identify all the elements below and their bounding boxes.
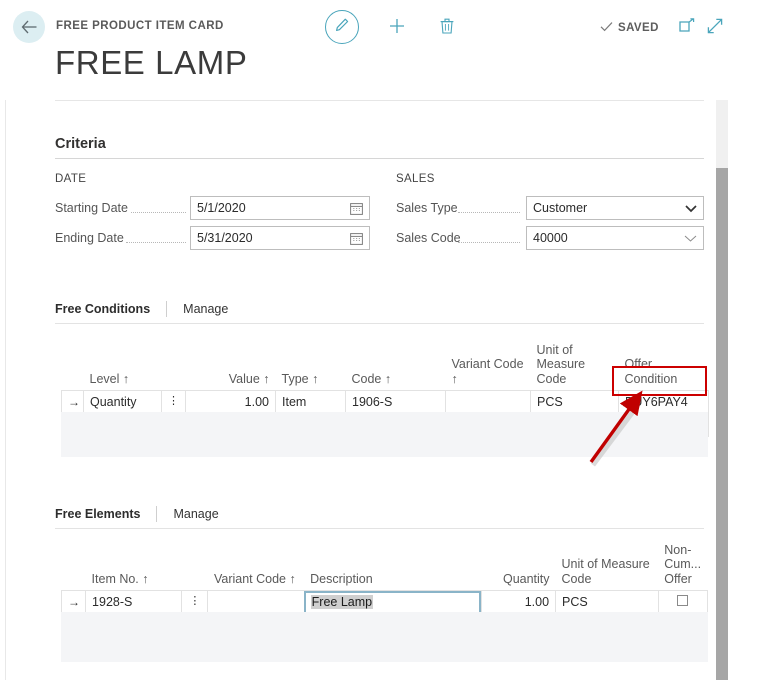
new-button[interactable] [385, 16, 409, 40]
table-row[interactable]: → Quantity ⋮ 1.00 Item 1906-S PCS BUY6PA… [61, 390, 709, 415]
fe-col-non-cum-offer[interactable]: Non-Cum... Offer [658, 541, 707, 591]
fc-cell-code[interactable]: 1906-S [345, 390, 446, 415]
plus-icon [388, 17, 406, 40]
expand-page-button[interactable] [707, 18, 723, 39]
fc-cell-variant-code[interactable] [445, 390, 531, 415]
edit-button[interactable] [325, 10, 359, 44]
fc-col-value[interactable]: Value ↑ [186, 341, 276, 391]
fe-cell-variant-code[interactable] [207, 590, 305, 615]
calendar-icon[interactable] [350, 202, 363, 215]
page-content: Criteria DATE SALES Starting Date 5/1/20… [6, 100, 716, 680]
fc-cell-type[interactable]: Item [275, 390, 346, 415]
sales-code-lookup[interactable]: 40000 [526, 226, 704, 250]
sales-code-leader-dots [458, 231, 520, 243]
sales-type-leader-dots [458, 201, 520, 213]
fe-cell-quantity[interactable]: 1.00 [480, 590, 557, 615]
sales-code-value: 40000 [533, 231, 568, 245]
expand-diagonal-icon [707, 18, 723, 38]
free-conditions-table-footer [61, 412, 708, 457]
starting-date-value: 5/1/2020 [197, 201, 246, 215]
saved-label: SAVED [618, 22, 659, 34]
vertical-scrollbar-thumb[interactable] [716, 168, 728, 680]
trash-icon [439, 17, 455, 40]
fc-col-variant-code[interactable]: Variant Code ↑ [446, 341, 531, 391]
business-central-page: FREE PRODUCT ITEM CARD FREE LAMP SAVED C… [0, 0, 783, 680]
starting-date-input[interactable]: 5/1/2020 [190, 196, 370, 220]
ending-date-input[interactable]: 5/31/2020 [190, 226, 370, 250]
criteria-group-title: Criteria [55, 136, 106, 152]
chevron-down-thin-icon[interactable] [684, 234, 697, 243]
fc-col-code[interactable]: Code ↑ [346, 341, 446, 391]
part-header-separator [166, 301, 168, 317]
arrow-left-icon [21, 20, 38, 34]
fc-row-selector[interactable]: → [61, 390, 84, 415]
fc-col-unit-of-measure-code[interactable]: Unit of Measure Code [531, 341, 619, 391]
fc-col-type[interactable]: Type ↑ [276, 341, 346, 391]
row-actions-icon[interactable]: ⋮ [161, 390, 186, 415]
check-icon [600, 19, 613, 37]
fe-description-text: Free Lamp [310, 595, 374, 610]
calendar-icon[interactable] [350, 232, 363, 245]
fc-cell-value[interactable]: 1.00 [185, 390, 276, 415]
free-elements-part-header: Free Elements Manage [55, 506, 219, 522]
sales-subgroup-label: SALES [396, 173, 435, 185]
fe-row-selector[interactable]: → [60, 590, 87, 615]
header-divider [55, 100, 704, 101]
free-conditions-part-rule [55, 323, 704, 324]
page-header: FREE PRODUCT ITEM CARD FREE LAMP SAVED [0, 0, 783, 100]
fe-col-actions [182, 541, 208, 591]
fe-cell-non-cum-offer[interactable] [657, 590, 709, 615]
open-in-new-window-button[interactable] [679, 18, 695, 38]
fe-cell-unit-of-measure-code[interactable]: PCS [555, 590, 659, 615]
free-conditions-title: Free Conditions [55, 302, 151, 316]
saved-status: SAVED [600, 19, 659, 37]
sales-code-label: Sales Code [396, 231, 461, 245]
sales-type-value: Customer [533, 201, 588, 215]
date-subgroup-label: DATE [55, 173, 87, 185]
fc-cell-offer-condition[interactable]: BUY6PAY4 [618, 390, 709, 415]
criteria-group-rule [55, 158, 704, 159]
row-actions-icon[interactable]: ⋮ [181, 590, 209, 615]
free-conditions-manage-menu[interactable]: Manage [183, 302, 228, 316]
breadcrumb[interactable]: FREE PRODUCT ITEM CARD [56, 20, 224, 32]
free-elements-part-rule [55, 528, 704, 529]
non-cum-offer-checkbox[interactable] [677, 595, 689, 607]
starting-date-label: Starting Date [55, 201, 128, 215]
fc-cell-unit-of-measure-code[interactable]: PCS [530, 390, 619, 415]
fe-col-unit-of-measure-code[interactable]: Unit of Measure Code [556, 541, 659, 591]
fe-col-description[interactable]: Description [304, 541, 481, 591]
starting-date-leader-dots [131, 201, 186, 213]
free-conditions-part-header: Free Conditions Manage [55, 301, 228, 317]
fc-col-rowmark [62, 341, 84, 391]
sales-type-select[interactable]: Customer [526, 196, 704, 220]
free-elements-title: Free Elements [55, 507, 141, 521]
ending-date-label: Ending Date [55, 231, 124, 245]
chevron-down-icon[interactable] [685, 204, 697, 213]
fe-col-rowmark [62, 541, 86, 591]
pencil-icon [334, 17, 350, 38]
fe-col-variant-code[interactable]: Variant Code ↑ [208, 541, 304, 591]
fe-col-quantity[interactable]: Quantity [481, 541, 555, 591]
free-elements-table-footer [61, 612, 708, 662]
ending-date-value: 5/31/2020 [197, 231, 253, 245]
fe-col-item-no[interactable]: Item No. ↑ [86, 541, 182, 591]
back-button[interactable] [13, 11, 45, 43]
fc-cell-level[interactable]: Quantity [83, 390, 162, 415]
fc-col-actions [162, 341, 186, 391]
sales-type-label: Sales Type [396, 201, 458, 215]
fe-cell-item-no[interactable]: 1928-S [85, 590, 183, 615]
ending-date-leader-dots [126, 231, 186, 243]
delete-button[interactable] [435, 16, 459, 40]
page-title: FREE LAMP [55, 44, 248, 81]
free-conditions-header-row: Level ↑ Value ↑ Type ↑ Code ↑ Variant Co… [62, 341, 709, 391]
part-header-separator [156, 506, 158, 522]
free-elements-manage-menu[interactable]: Manage [173, 507, 218, 521]
free-elements-header-row: Item No. ↑ Variant Code ↑ Description Qu… [62, 541, 708, 591]
fe-cell-description[interactable]: Free Lamp [303, 590, 482, 615]
fc-col-level[interactable]: Level ↑ [84, 341, 162, 391]
open-in-new-window-icon [679, 18, 695, 37]
table-row[interactable]: → 1928-S ⋮ Free Lamp 1.00 PCS [60, 590, 709, 615]
fc-col-offer-condition[interactable]: Offer Condition [619, 341, 709, 391]
